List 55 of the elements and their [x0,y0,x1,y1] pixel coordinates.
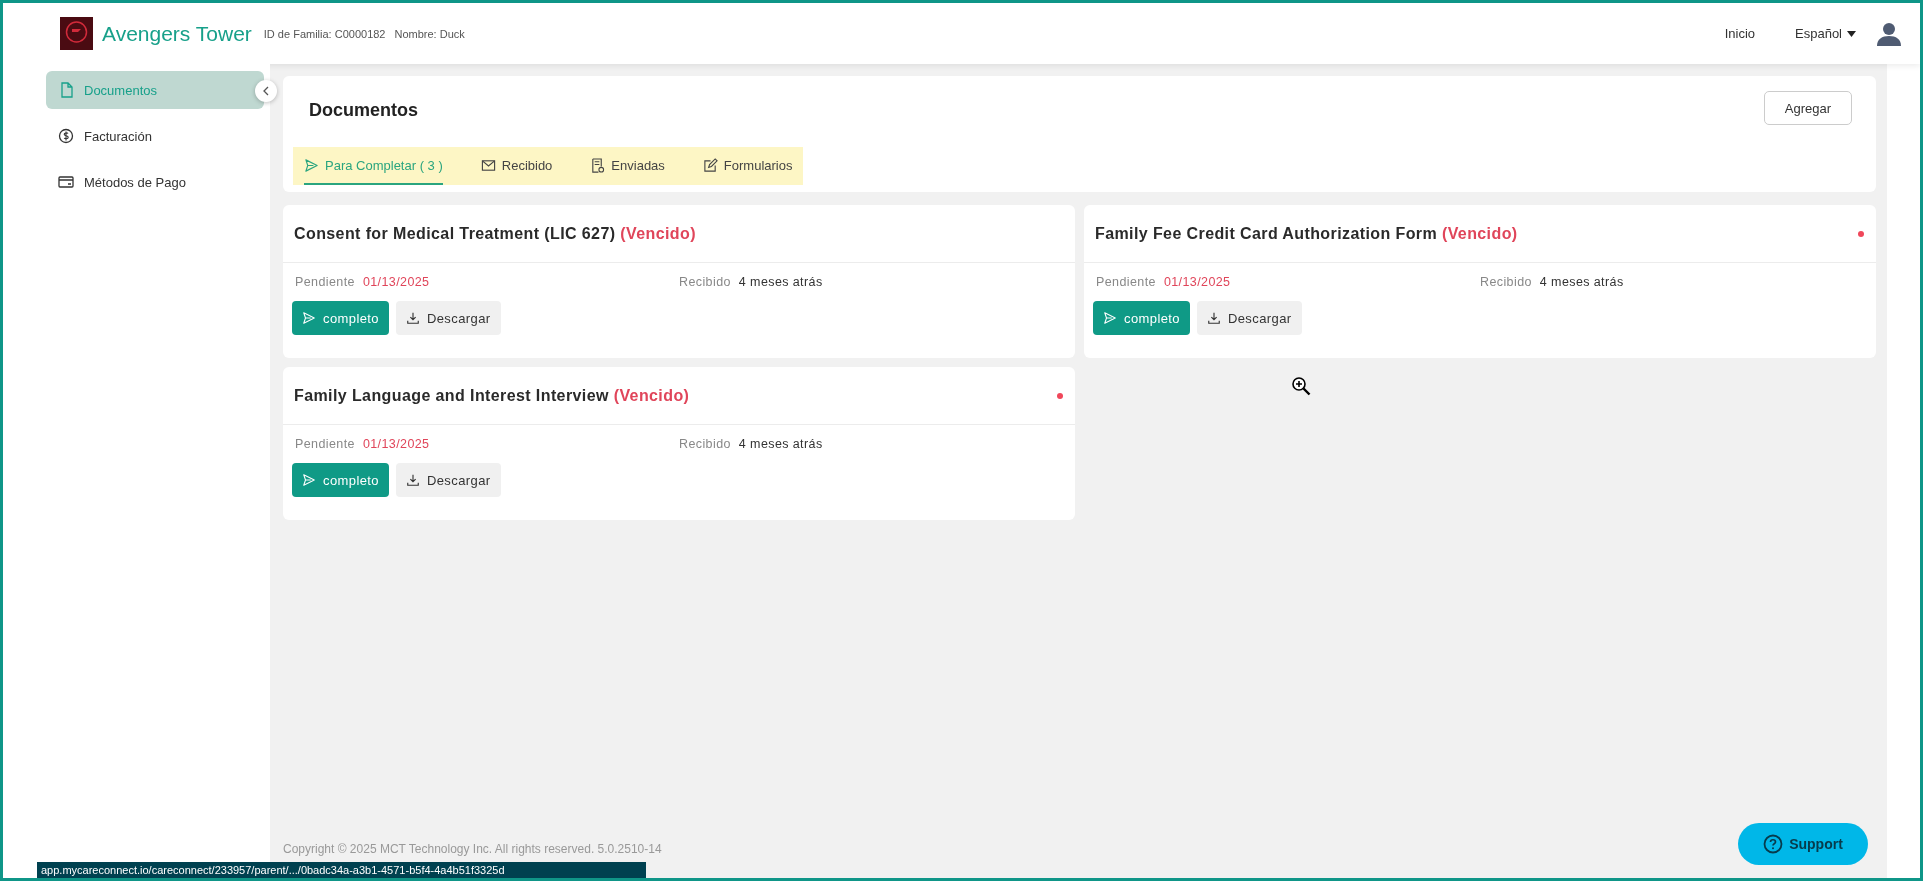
pending-label: Pendiente [295,275,355,289]
site-name: Avengers Tower [102,21,252,46]
language-dropdown[interactable]: Español [1795,26,1856,41]
download-icon [405,311,420,325]
received-label: Recibido [679,275,731,289]
copyright-text: Copyright © 2025 MCT Technology Inc. All rights reserved. 5.0.2510-14 [283,842,662,856]
document-title: Family Language and Interest Interview (Vencido) [294,386,690,405]
help-icon [1763,834,1784,854]
document-title: Family Fee Credit Card Authorization Form (Vencido) [1095,224,1518,243]
download-icon [1206,311,1221,325]
zoom-cursor-icon [1291,376,1311,396]
tab[interactable]: Recibido [480,147,553,185]
user-avatar-icon[interactable] [1876,20,1902,47]
send-icon [302,473,316,487]
card-icon [58,174,74,190]
chevron-left-icon [262,86,270,96]
send-icon [304,157,319,173]
home-link[interactable]: Inicio [1724,26,1755,41]
download-button[interactable]: Descargar [395,463,501,497]
received-label: Recibido [1480,275,1532,289]
file-icon [58,82,74,98]
status-url: app.mycareconnect.io/careconnect/233957/parent/.../0badc34a-a3b1-4571-b5f4-4a4b51f3325d [37,862,646,878]
envelope-icon [480,157,496,173]
pending-label: Pendiente [295,437,355,451]
family-id: ID de Familia: C0000182 [263,27,386,40]
due-date: 01/13/2025 [362,275,430,289]
page-title: Documentos [309,98,418,121]
tab[interactable]: Formularios [702,147,793,185]
complete-button[interactable]: completo [292,301,389,335]
document-title: Consent for Medical Treatment (LIC 627) (Vencido) [294,224,696,243]
received-time: 4 meses atrás [738,275,823,289]
user-name: Nombre: Duck [394,27,465,40]
add-button[interactable]: Agregar [1763,91,1852,125]
pending-label: Pendiente [1096,275,1156,289]
caret-icon [1847,30,1856,37]
support-button[interactable]: Support [1738,823,1868,865]
received-label: Recibido [679,437,731,451]
complete-button[interactable]: completo [1093,301,1190,335]
due-date: 01/13/2025 [362,437,430,451]
received-time: 4 meses atrás [738,437,823,451]
logo-icon [60,17,93,50]
dollar-circle-icon [58,128,74,144]
received-time: 4 meses atrás [1539,275,1624,289]
download-button[interactable]: Descargar [1196,301,1302,335]
send-icon [1103,311,1117,325]
tab[interactable]: Enviadas [590,147,665,185]
complete-button[interactable]: completo [292,463,389,497]
download-button[interactable]: Descargar [395,301,501,335]
due-date: 01/13/2025 [1163,275,1231,289]
send-icon [302,311,316,325]
sidebar-item[interactable]: Métodos de Pago [46,163,264,201]
edit-icon [702,157,718,173]
download-icon [405,473,420,487]
document-icon [590,157,606,173]
sidebar-item[interactable]: Facturación [46,117,264,155]
